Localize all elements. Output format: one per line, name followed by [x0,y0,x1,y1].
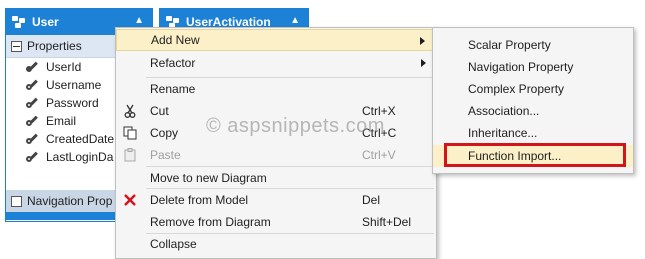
menu-item-label: Add New [151,33,200,47]
properties-label: Properties [27,39,82,53]
menu-item-label: Rename [150,82,196,96]
copy-icon [122,125,138,141]
submenu-arrow-icon [421,59,426,67]
property-label: UserId [46,60,82,74]
property-icon [26,151,40,163]
property-icon [26,115,40,127]
menu-item-shortcut: Shift+Del [362,215,412,229]
submenu-arrow-icon [420,37,425,45]
scissors-icon [122,103,138,119]
paste-icon [122,147,138,163]
submenu-item-label: Inheritance... [468,126,538,140]
menu-item-label: Collapse [150,237,197,251]
property-icon [26,79,40,91]
menu-item-label: Remove from Diagram [150,215,271,229]
watermark: © aspsnippets.com [206,115,385,137]
context-menu: Add New Refactor Rename Cut Ctrl+X Copy … [115,27,437,259]
menu-item-label: Cut [150,104,169,118]
property-label: CreatedDate [46,132,115,146]
menu-item-refactor[interactable]: Refactor [116,52,436,74]
submenu-item-label: Association... [468,104,540,118]
entity-icon [12,16,26,28]
menu-item-paste[interactable]: Paste Ctrl+V [116,144,436,166]
submenu-item-navigation-property[interactable]: Navigation Property [433,56,633,78]
primary-key-icon [26,61,40,73]
submenu-item-scalar-property[interactable]: Scalar Property [433,34,633,56]
submenu-item-association[interactable]: Association... [433,100,633,122]
property-icon [26,133,40,145]
submenu-item-inheritance[interactable]: Inheritance... [433,122,633,144]
menu-item-label: Paste [150,148,181,162]
menu-item-remove-from-diagram[interactable]: Remove from Diagram Shift+Del [116,211,436,233]
property-label: LastLoginDa [46,150,114,164]
menu-item-add-new[interactable]: Add New [116,29,436,51]
submenu-item-label: Scalar Property [468,38,551,52]
collapse-icon[interactable]: ▲ [134,15,144,27]
navigation-properties-label: Navigation Prop [27,194,113,208]
property-label: Password [46,96,99,110]
submenu-item-complex-property[interactable]: Complex Property [433,78,633,100]
menu-item-shortcut: Ctrl+V [362,148,396,162]
menu-item-delete-from-model[interactable]: Delete from Model Del [116,189,436,211]
menu-item-collapse[interactable]: Collapse [116,233,436,255]
property-label: Email [46,114,77,128]
menu-item-shortcut: Del [362,193,381,207]
submenu-item-label: Navigation Property [468,60,574,74]
collapse-icon[interactable]: ▲ [290,15,300,27]
delete-icon [122,192,138,208]
submenu-item-label: Complex Property [468,82,565,96]
menu-item-label: Copy [150,126,179,140]
property-icon [26,97,40,109]
property-label: Username [46,78,102,92]
user-entity-title: User [32,15,59,29]
menu-item-move-to-new-diagram[interactable]: Move to new Diagram [116,167,436,189]
menu-item-label: Move to new Diagram [150,171,267,185]
collapse-box-icon[interactable] [11,40,22,52]
menu-item-label: Delete from Model [150,193,249,207]
highlight-annotation-box [444,143,626,167]
menu-item-rename[interactable]: Rename [116,78,436,100]
menu-item-label: Refactor [150,56,196,70]
collapse-box-icon[interactable] [11,195,22,207]
